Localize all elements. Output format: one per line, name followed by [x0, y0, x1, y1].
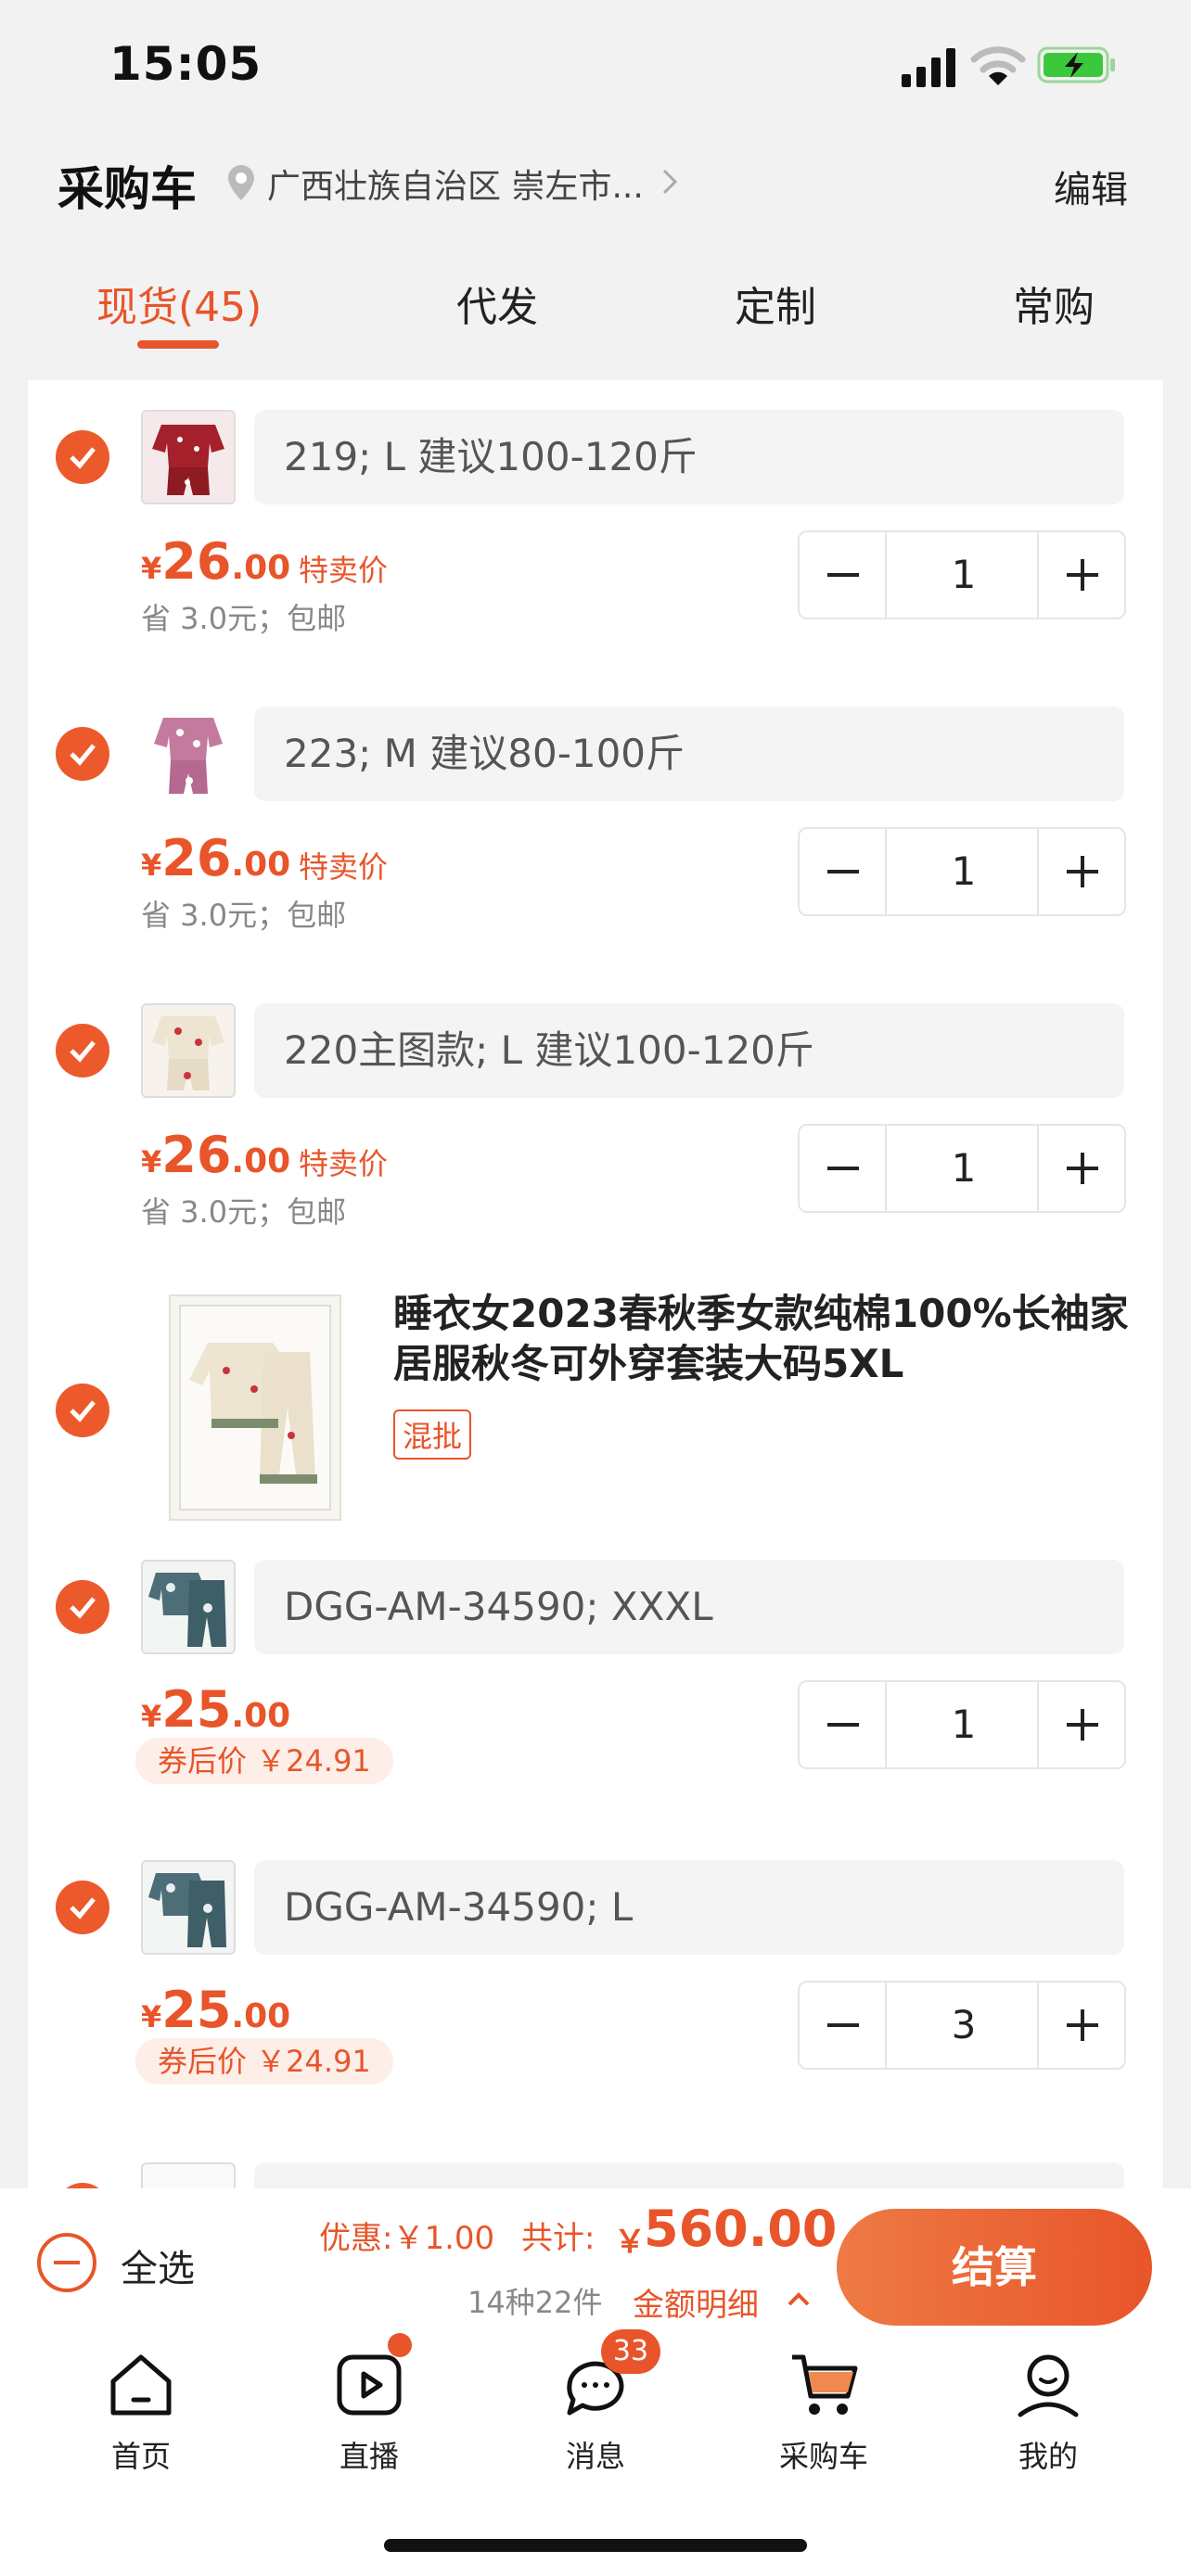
- total-label: 共计:: [521, 2220, 596, 2257]
- nav-live[interactable]: 直播: [295, 2348, 443, 2476]
- total-currency: ￥: [614, 2224, 646, 2261]
- item-checkbox[interactable]: [56, 727, 109, 781]
- product-image[interactable]: [169, 1294, 341, 1521]
- chevron-right-icon[interactable]: [657, 165, 683, 198]
- message-count-badge: 33: [601, 2329, 660, 2374]
- tab-in-stock[interactable]: 现货(45): [96, 274, 262, 333]
- cellular-signal-icon: [902, 48, 955, 87]
- sale-tag: 特卖价: [299, 1146, 389, 1181]
- product-thumbnail[interactable]: [141, 1003, 236, 1098]
- decrease-button[interactable]: [800, 1126, 887, 1211]
- item-checkbox[interactable]: [56, 1024, 109, 1078]
- increase-button[interactable]: [1037, 1682, 1124, 1767]
- tab-active-indicator: [137, 340, 219, 349]
- decrease-button[interactable]: [800, 532, 887, 618]
- bottom-nav: 首页 直播 消息 33 采购车 我的: [0, 2329, 1191, 2506]
- item-price: ¥26.00: [141, 829, 291, 887]
- increase-button[interactable]: [1037, 829, 1124, 914]
- sku-selector[interactable]: 220主图款; L 建议100-120斤: [254, 1003, 1124, 1098]
- sku-selector[interactable]: DGG-AM-34590; L: [254, 1860, 1124, 1955]
- page-title: 采购车: [58, 162, 197, 216]
- live-notification-dot: [388, 2333, 412, 2357]
- chevron-up-icon[interactable]: [785, 2285, 813, 2313]
- edit-button[interactable]: 编辑: [1054, 159, 1128, 213]
- total-amount: 560.00: [644, 2200, 838, 2258]
- product-thumbnail[interactable]: [141, 410, 236, 504]
- home-icon: [110, 2354, 172, 2416]
- quantity-stepper: 1: [798, 530, 1126, 619]
- savings-text: 省 3.0元；包邮: [141, 898, 347, 933]
- status-time: 15:05: [109, 37, 263, 91]
- product-group: 睡衣女2023春秋季女款纯棉100%长袖家居服秋冬可外穿套装大码5XL 混批: [28, 1289, 1163, 1530]
- quantity-stepper: 3: [798, 1981, 1126, 2070]
- location-text[interactable]: 广西壮族自治区 崇左市...: [267, 159, 644, 208]
- amount-detail-link[interactable]: 金额明细: [633, 2279, 759, 2325]
- sku-selector[interactable]: 223; M 建议80-100斤: [254, 707, 1124, 801]
- increase-button[interactable]: [1037, 532, 1124, 618]
- select-all-label[interactable]: 全选: [121, 2238, 195, 2292]
- coupon-price-badge: 券后价 ￥24.91: [135, 1738, 393, 1784]
- product-thumbnail[interactable]: [141, 1560, 236, 1654]
- sale-tag: 特卖价: [299, 849, 389, 885]
- mixed-wholesale-badge: 混批: [393, 1409, 472, 1460]
- product-thumbnail[interactable]: [141, 1860, 236, 1955]
- item-count: 14种22件: [467, 2285, 603, 2320]
- profile-icon: [1018, 2354, 1079, 2417]
- quantity-stepper: 1: [798, 1680, 1126, 1769]
- page-header: 采购车 广西壮族自治区 崇左市... 编辑: [0, 139, 1191, 232]
- sku-selector[interactable]: DGG-AM-34590; XXXL: [254, 1560, 1124, 1654]
- savings-text: 省 3.0元；包邮: [141, 1194, 347, 1230]
- nav-cart[interactable]: 采购车: [749, 2348, 898, 2476]
- location-pin-icon[interactable]: [224, 163, 258, 204]
- decrease-button[interactable]: [800, 1682, 887, 1767]
- tab-dropship[interactable]: 代发: [456, 274, 538, 333]
- quantity-input[interactable]: 1: [889, 829, 1039, 914]
- home-indicator: [384, 2539, 807, 2552]
- coupon-price-badge: 券后价 ￥24.91: [135, 2038, 393, 2085]
- bottom-panel: 全选 优惠:￥1.00 共计: ￥ 560.00 14种22件 金额明细 结算 …: [0, 2188, 1191, 2576]
- tab-frequent[interactable]: 常购: [1013, 274, 1095, 333]
- item-price: ¥25.00: [141, 1981, 291, 2039]
- live-play-icon: [337, 2354, 402, 2416]
- item-price: ¥25.00: [141, 1680, 291, 1739]
- decrease-button[interactable]: [800, 1983, 887, 2068]
- item-price: ¥26.00: [141, 532, 291, 591]
- quantity-input[interactable]: 1: [889, 1126, 1039, 1211]
- product-title[interactable]: 睡衣女2023春秋季女款纯棉100%长袖家居服秋冬可外穿套装大码5XL: [393, 1289, 1135, 1389]
- battery-icon: [1037, 46, 1115, 83]
- product-thumbnail[interactable]: [141, 707, 236, 801]
- checkout-button[interactable]: 结算: [837, 2209, 1152, 2326]
- quantity-stepper: 1: [798, 1124, 1126, 1213]
- quantity-stepper: 1: [798, 827, 1126, 916]
- wifi-icon: [970, 46, 1026, 85]
- increase-button[interactable]: [1037, 1983, 1124, 2068]
- nav-profile[interactable]: 我的: [974, 2348, 1122, 2476]
- savings-text: 省 3.0元；包邮: [141, 601, 347, 636]
- discount-text: 优惠:￥1.00: [319, 2220, 495, 2257]
- tab-custom[interactable]: 定制: [735, 274, 816, 333]
- quantity-input[interactable]: 1: [889, 532, 1039, 618]
- select-all-checkbox[interactable]: [37, 2233, 96, 2292]
- sale-tag: 特卖价: [299, 553, 389, 588]
- item-price: ¥26.00: [141, 1126, 291, 1184]
- cart-list: 219; L 建议100-120斤 ¥26.00 特卖价 省 3.0元；包邮 1…: [28, 380, 1163, 2281]
- cart-icon: [792, 2354, 858, 2415]
- quantity-input[interactable]: 3: [889, 1983, 1039, 2068]
- decrease-button[interactable]: [800, 829, 887, 914]
- item-checkbox[interactable]: [56, 1881, 109, 1934]
- sku-selector[interactable]: 219; L 建议100-120斤: [254, 410, 1124, 504]
- increase-button[interactable]: [1037, 1126, 1124, 1211]
- product-checkbox[interactable]: [56, 1384, 109, 1437]
- item-checkbox[interactable]: [56, 1580, 109, 1634]
- item-checkbox[interactable]: [56, 430, 109, 484]
- status-bar: 15:05: [0, 0, 1191, 130]
- quantity-input[interactable]: 1: [889, 1682, 1039, 1767]
- nav-home[interactable]: 首页: [67, 2348, 215, 2476]
- tab-bar: 现货(45) 代发 定制 常购: [0, 264, 1191, 357]
